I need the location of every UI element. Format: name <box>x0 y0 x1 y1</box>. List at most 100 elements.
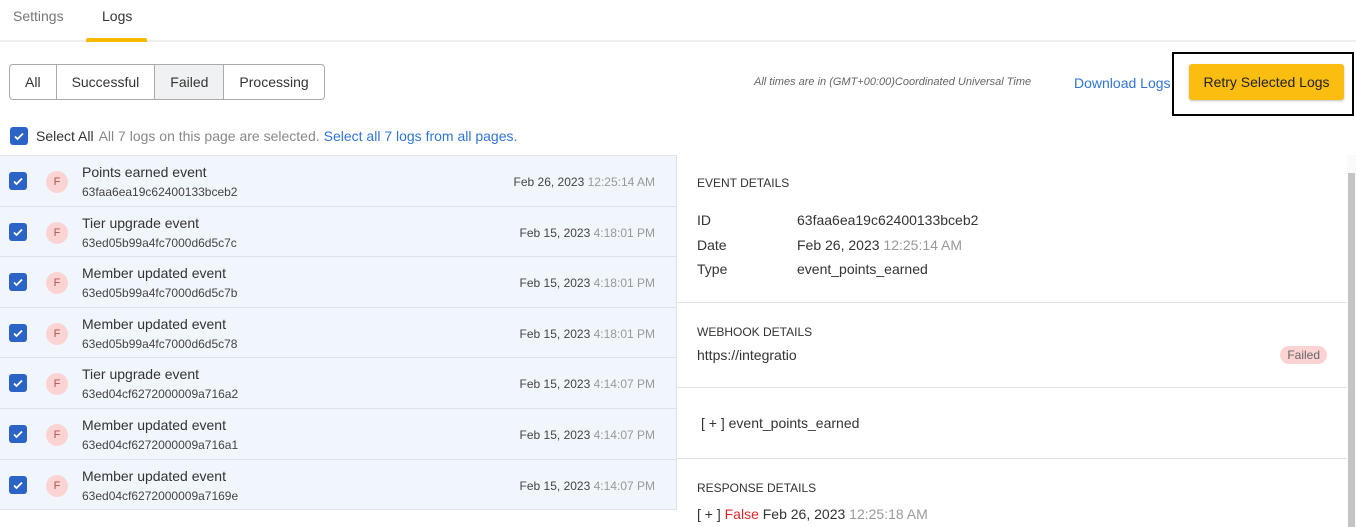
row-checkbox[interactable] <box>9 323 27 342</box>
event-details-heading: EVENT DETAILS <box>697 176 790 190</box>
select-all-label: Select All <box>36 128 94 144</box>
log-date: Feb 15, 2023 <box>519 427 591 442</box>
response-date: Feb 26, 2023 <box>762 506 846 522</box>
selection-status: All 7 logs on this page are selected. <box>98 128 320 144</box>
log-date: Feb 15, 2023 <box>519 377 591 392</box>
log-date: Feb 15, 2023 <box>519 225 591 240</box>
log-title: Points earned event <box>82 164 207 180</box>
status-filter: All Successful Failed Processing <box>9 64 325 100</box>
date-label: Date <box>697 236 727 253</box>
tab-logs[interactable]: Logs <box>102 8 132 24</box>
tab-settings[interactable]: Settings <box>13 8 64 24</box>
log-id: 63ed05b99a4fc7000d6d5c7c <box>82 235 237 250</box>
select-all-pages-link[interactable]: Select all 7 logs from all pages. <box>324 128 518 144</box>
filter-processing[interactable]: Processing <box>224 65 323 99</box>
active-tab-indicator <box>86 38 147 42</box>
log-title: Member updated event <box>82 416 226 433</box>
log-date: Feb 15, 2023 <box>519 478 591 493</box>
webhook-url: https://integratio <box>697 347 797 363</box>
event-date: Feb 26, 2023 <box>797 236 880 253</box>
event-time: 12:25:14 AM <box>883 236 963 253</box>
row-checkbox[interactable] <box>9 172 27 190</box>
row-checkbox[interactable] <box>9 424 27 443</box>
log-id: 63ed05b99a4fc7000d6d5c78 <box>82 336 238 351</box>
scrollbar-thumb[interactable] <box>1348 173 1355 527</box>
event-id: 63faa6ea19c62400133bceb2 <box>797 212 979 228</box>
log-row[interactable]: F Tier upgrade event 63ed05b99a4fc7000d6… <box>0 206 677 258</box>
log-row[interactable]: F Member updated event 63ed04cf627200000… <box>0 459 677 511</box>
event-type: event_points_earned <box>797 261 928 277</box>
response-time: 12:25:18 AM <box>849 506 928 522</box>
id-label: ID <box>697 212 711 228</box>
check-icon <box>13 380 23 388</box>
check-icon <box>13 430 23 439</box>
check-icon <box>13 177 23 186</box>
row-checkbox[interactable] <box>9 374 27 393</box>
log-timestamp: Feb 15, 2023 4:14:07 PM <box>520 428 655 442</box>
log-time: 4:18:01 PM <box>593 326 655 341</box>
row-checkbox[interactable] <box>9 222 27 241</box>
log-id: 63faa6ea19c62400133bceb2 <box>82 185 238 199</box>
log-date: Feb 15, 2023 <box>519 326 591 341</box>
failed-status-avatar: F <box>46 423 68 446</box>
timezone-note: All times are in (GMT+00:00)Coordinated … <box>754 76 1032 88</box>
failed-status-avatar: F <box>46 322 68 345</box>
log-timestamp: Feb 15, 2023 4:14:07 PM <box>520 479 655 493</box>
check-icon <box>13 329 23 338</box>
tab-bar: Settings Logs <box>0 0 1356 42</box>
log-time: 12:25:14 AM <box>587 175 655 189</box>
select-all-checkbox[interactable] <box>10 127 28 145</box>
response-expand-toggle[interactable]: [ + ] <box>697 506 721 522</box>
log-title: Tier upgrade event <box>82 366 199 383</box>
check-icon <box>13 481 23 489</box>
response-details-heading: RESPONSE DETAILS <box>697 481 817 495</box>
log-detail-panel: EVENT DETAILS ID 63faa6ea19c62400133bceb2… <box>677 155 1347 527</box>
filter-failed[interactable]: Failed <box>155 65 225 99</box>
log-date: Feb 26, 2023 <box>513 175 585 189</box>
failed-status-avatar: F <box>46 474 68 497</box>
payload-label: event_points_earned <box>728 415 860 431</box>
log-timestamp: Feb 15, 2023 4:18:01 PM <box>520 327 655 341</box>
log-id: 63ed04cf6272000009a716a1 <box>82 437 239 452</box>
failed-status-avatar: F <box>46 272 68 295</box>
failed-status-avatar: F <box>46 373 68 396</box>
log-time: 4:14:07 PM <box>593 377 655 392</box>
webhook-details-heading: WEBHOOK DETAILS <box>697 325 813 339</box>
check-icon <box>14 132 24 141</box>
log-title: Member updated event <box>82 265 226 282</box>
log-row[interactable]: F Points earned event 63faa6ea19c6240013… <box>0 156 677 207</box>
log-title: Member updated event <box>82 315 226 332</box>
response-result: False <box>724 506 759 522</box>
row-checkbox[interactable] <box>9 273 27 292</box>
log-timestamp: Feb 15, 2023 4:18:01 PM <box>520 226 655 240</box>
log-title: Tier upgrade event <box>82 214 199 231</box>
check-icon <box>13 228 23 236</box>
select-all-bar: Select All All 7 logs on this page are s… <box>10 127 517 145</box>
log-timestamp: Feb 26, 2023 12:25:14 AM <box>514 175 655 189</box>
type-label: Type <box>697 261 728 277</box>
check-icon <box>13 279 23 287</box>
filter-all[interactable]: All <box>10 65 57 99</box>
payload-expand-toggle[interactable]: [ + ] <box>701 415 725 431</box>
failed-status-avatar: F <box>46 171 68 193</box>
log-row[interactable]: F Tier upgrade event 63ed04cf6272000009a… <box>0 358 677 409</box>
log-timestamp: Feb 15, 2023 4:14:07 PM <box>520 377 655 391</box>
log-time: 4:18:01 PM <box>593 225 655 240</box>
log-row[interactable]: F Member updated event 63ed05b99a4fc7000… <box>0 307 677 359</box>
log-time: 4:14:07 PM <box>593 478 655 493</box>
log-id: 63ed04cf6272000009a716a2 <box>82 387 239 402</box>
log-time: 4:14:07 PM <box>593 427 655 442</box>
filter-successful[interactable]: Successful <box>57 65 156 99</box>
log-timestamp: Feb 15, 2023 4:18:01 PM <box>520 276 655 290</box>
log-row[interactable]: F Member updated event 63ed05b99a4fc7000… <box>0 257 677 308</box>
log-row[interactable]: F Member updated event 63ed04cf627200000… <box>0 408 677 460</box>
log-list: F Points earned event 63faa6ea19c6240013… <box>0 155 677 511</box>
log-id: 63ed05b99a4fc7000d6d5c7b <box>82 286 238 301</box>
log-id: 63ed04cf6272000009a7169e <box>82 488 239 503</box>
row-checkbox[interactable] <box>9 475 27 494</box>
download-logs-link[interactable]: Download Logs <box>1074 75 1171 91</box>
log-time: 4:18:01 PM <box>593 276 655 291</box>
retry-selected-logs-button[interactable]: Retry Selected Logs <box>1189 64 1344 100</box>
log-date: Feb 15, 2023 <box>519 276 591 291</box>
log-title: Member updated event <box>82 467 226 484</box>
